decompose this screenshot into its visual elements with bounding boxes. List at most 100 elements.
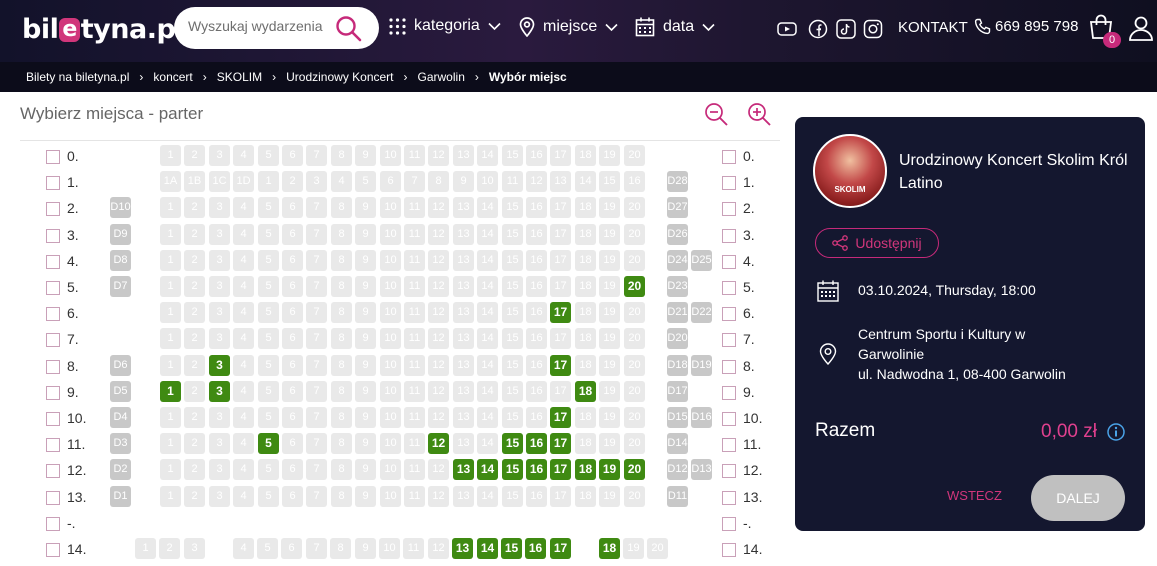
row-checkbox[interactable] [722,281,736,295]
location-pin-icon [819,343,837,365]
row-checkbox[interactable] [722,229,736,243]
seat-available[interactable]: 14 [477,538,498,559]
row-checkbox[interactable] [46,412,60,426]
row-checkbox[interactable] [46,517,60,531]
row-checkbox[interactable] [46,438,60,452]
seat-available[interactable]: 19 [599,459,620,480]
seat-available[interactable]: 16 [526,433,547,454]
seat-available[interactable]: 15 [501,538,522,559]
seat-taken: 12 [526,171,547,192]
seat-available[interactable]: 13 [452,538,473,559]
back-button[interactable]: WSTECZ [947,488,1002,503]
seat-taken: 10 [380,355,401,376]
side-seat: D27 [667,197,688,218]
logo[interactable]: bil e tyna.pl [22,14,185,45]
seat-taken: 20 [624,381,645,402]
row-checkbox[interactable] [722,412,736,426]
tiktok-icon[interactable] [836,19,856,39]
row-checkbox[interactable] [46,281,60,295]
seat-available[interactable]: 15 [502,459,523,480]
nav-date[interactable]: data [635,17,715,37]
breadcrumb-item[interactable]: SKOLIM [217,70,262,84]
nav-place[interactable]: miejsce [519,17,618,37]
row-checkbox[interactable] [722,255,736,269]
seat-taken: 12 [428,250,449,271]
youtube-icon[interactable] [777,19,797,39]
seat-taken: 3 [209,197,230,218]
row-checkbox[interactable] [46,229,60,243]
breadcrumb-item[interactable]: koncert [153,70,192,84]
zoom-out-icon[interactable] [704,102,728,126]
nav-category[interactable]: kategoria [389,17,501,35]
row-checkbox[interactable] [722,491,736,505]
row-label: 14. [743,541,763,557]
row-checkbox[interactable] [722,150,736,164]
row-checkbox[interactable] [722,543,736,557]
seat-taken: 12 [428,538,449,559]
seat-available[interactable]: 1 [160,381,181,402]
seat-available[interactable]: 16 [525,538,546,559]
seat-taken: 6 [282,276,303,297]
info-icon[interactable] [1107,423,1125,441]
row-checkbox[interactable] [46,150,60,164]
seat-available[interactable]: 20 [624,276,645,297]
search-input[interactable] [188,18,328,34]
avatar-caption: SKOLIM [834,185,866,194]
seat-available[interactable]: 13 [453,459,474,480]
share-button[interactable]: Udostępnij [815,228,939,258]
seat-available[interactable]: 17 [550,407,571,428]
breadcrumb-item[interactable]: Urodzinowy Koncert [286,70,393,84]
row-checkbox[interactable] [46,202,60,216]
row-checkbox[interactable] [722,333,736,347]
row-checkbox[interactable] [46,176,60,190]
seat-available[interactable]: 18 [575,381,596,402]
row-checkbox[interactable] [46,491,60,505]
seat-available[interactable]: 15 [502,433,523,454]
row-checkbox[interactable] [722,386,736,400]
seat-available[interactable]: 5 [258,433,279,454]
seat-available[interactable]: 17 [550,433,571,454]
row-checkbox[interactable] [722,176,736,190]
phone-link[interactable]: 669 895 798 [974,18,1078,35]
row-checkbox[interactable] [46,543,60,557]
row-checkbox[interactable] [46,464,60,478]
seat-available[interactable]: 3 [209,355,230,376]
row-checkbox[interactable] [46,386,60,400]
seat-taken: 16 [526,486,547,507]
seat-available[interactable]: 14 [477,459,498,480]
seat-taken: 6 [281,538,302,559]
zoom-in-icon[interactable] [747,102,771,126]
seat-taken: 9 [355,197,376,218]
seat-available[interactable]: 3 [209,381,230,402]
search-icon[interactable] [335,15,363,43]
row-checkbox[interactable] [722,360,736,374]
row-checkbox[interactable] [46,333,60,347]
seat-taken: 4 [233,302,254,323]
seat-available[interactable]: 18 [575,459,596,480]
share-icon [832,235,849,251]
seat-available[interactable]: 17 [550,538,571,559]
seat-available[interactable]: 17 [550,355,571,376]
user-icon[interactable] [1128,15,1154,41]
seat-available[interactable]: 17 [550,302,571,323]
seat-available[interactable]: 17 [550,459,571,480]
breadcrumb-item[interactable]: Garwolin [418,70,465,84]
row-checkbox[interactable] [46,255,60,269]
seat-available[interactable]: 20 [624,459,645,480]
row-checkbox[interactable] [722,202,736,216]
seat-available[interactable]: 16 [526,459,547,480]
breadcrumb-item[interactable]: Bilety na biletyna.pl [26,70,129,84]
row-checkbox[interactable] [722,438,736,452]
contact-link[interactable]: KONTAKT [898,19,968,36]
row-checkbox[interactable] [722,464,736,478]
row-checkbox[interactable] [722,517,736,531]
seat-available[interactable]: 12 [428,433,449,454]
next-button[interactable]: DALEJ [1031,475,1125,521]
seat-available[interactable]: 18 [599,538,620,559]
row-checkbox[interactable] [46,307,60,321]
row-checkbox[interactable] [722,307,736,321]
facebook-icon[interactable] [808,19,828,39]
row-checkbox[interactable] [46,360,60,374]
seat-taken: 16 [526,381,547,402]
instagram-icon[interactable] [863,19,883,39]
